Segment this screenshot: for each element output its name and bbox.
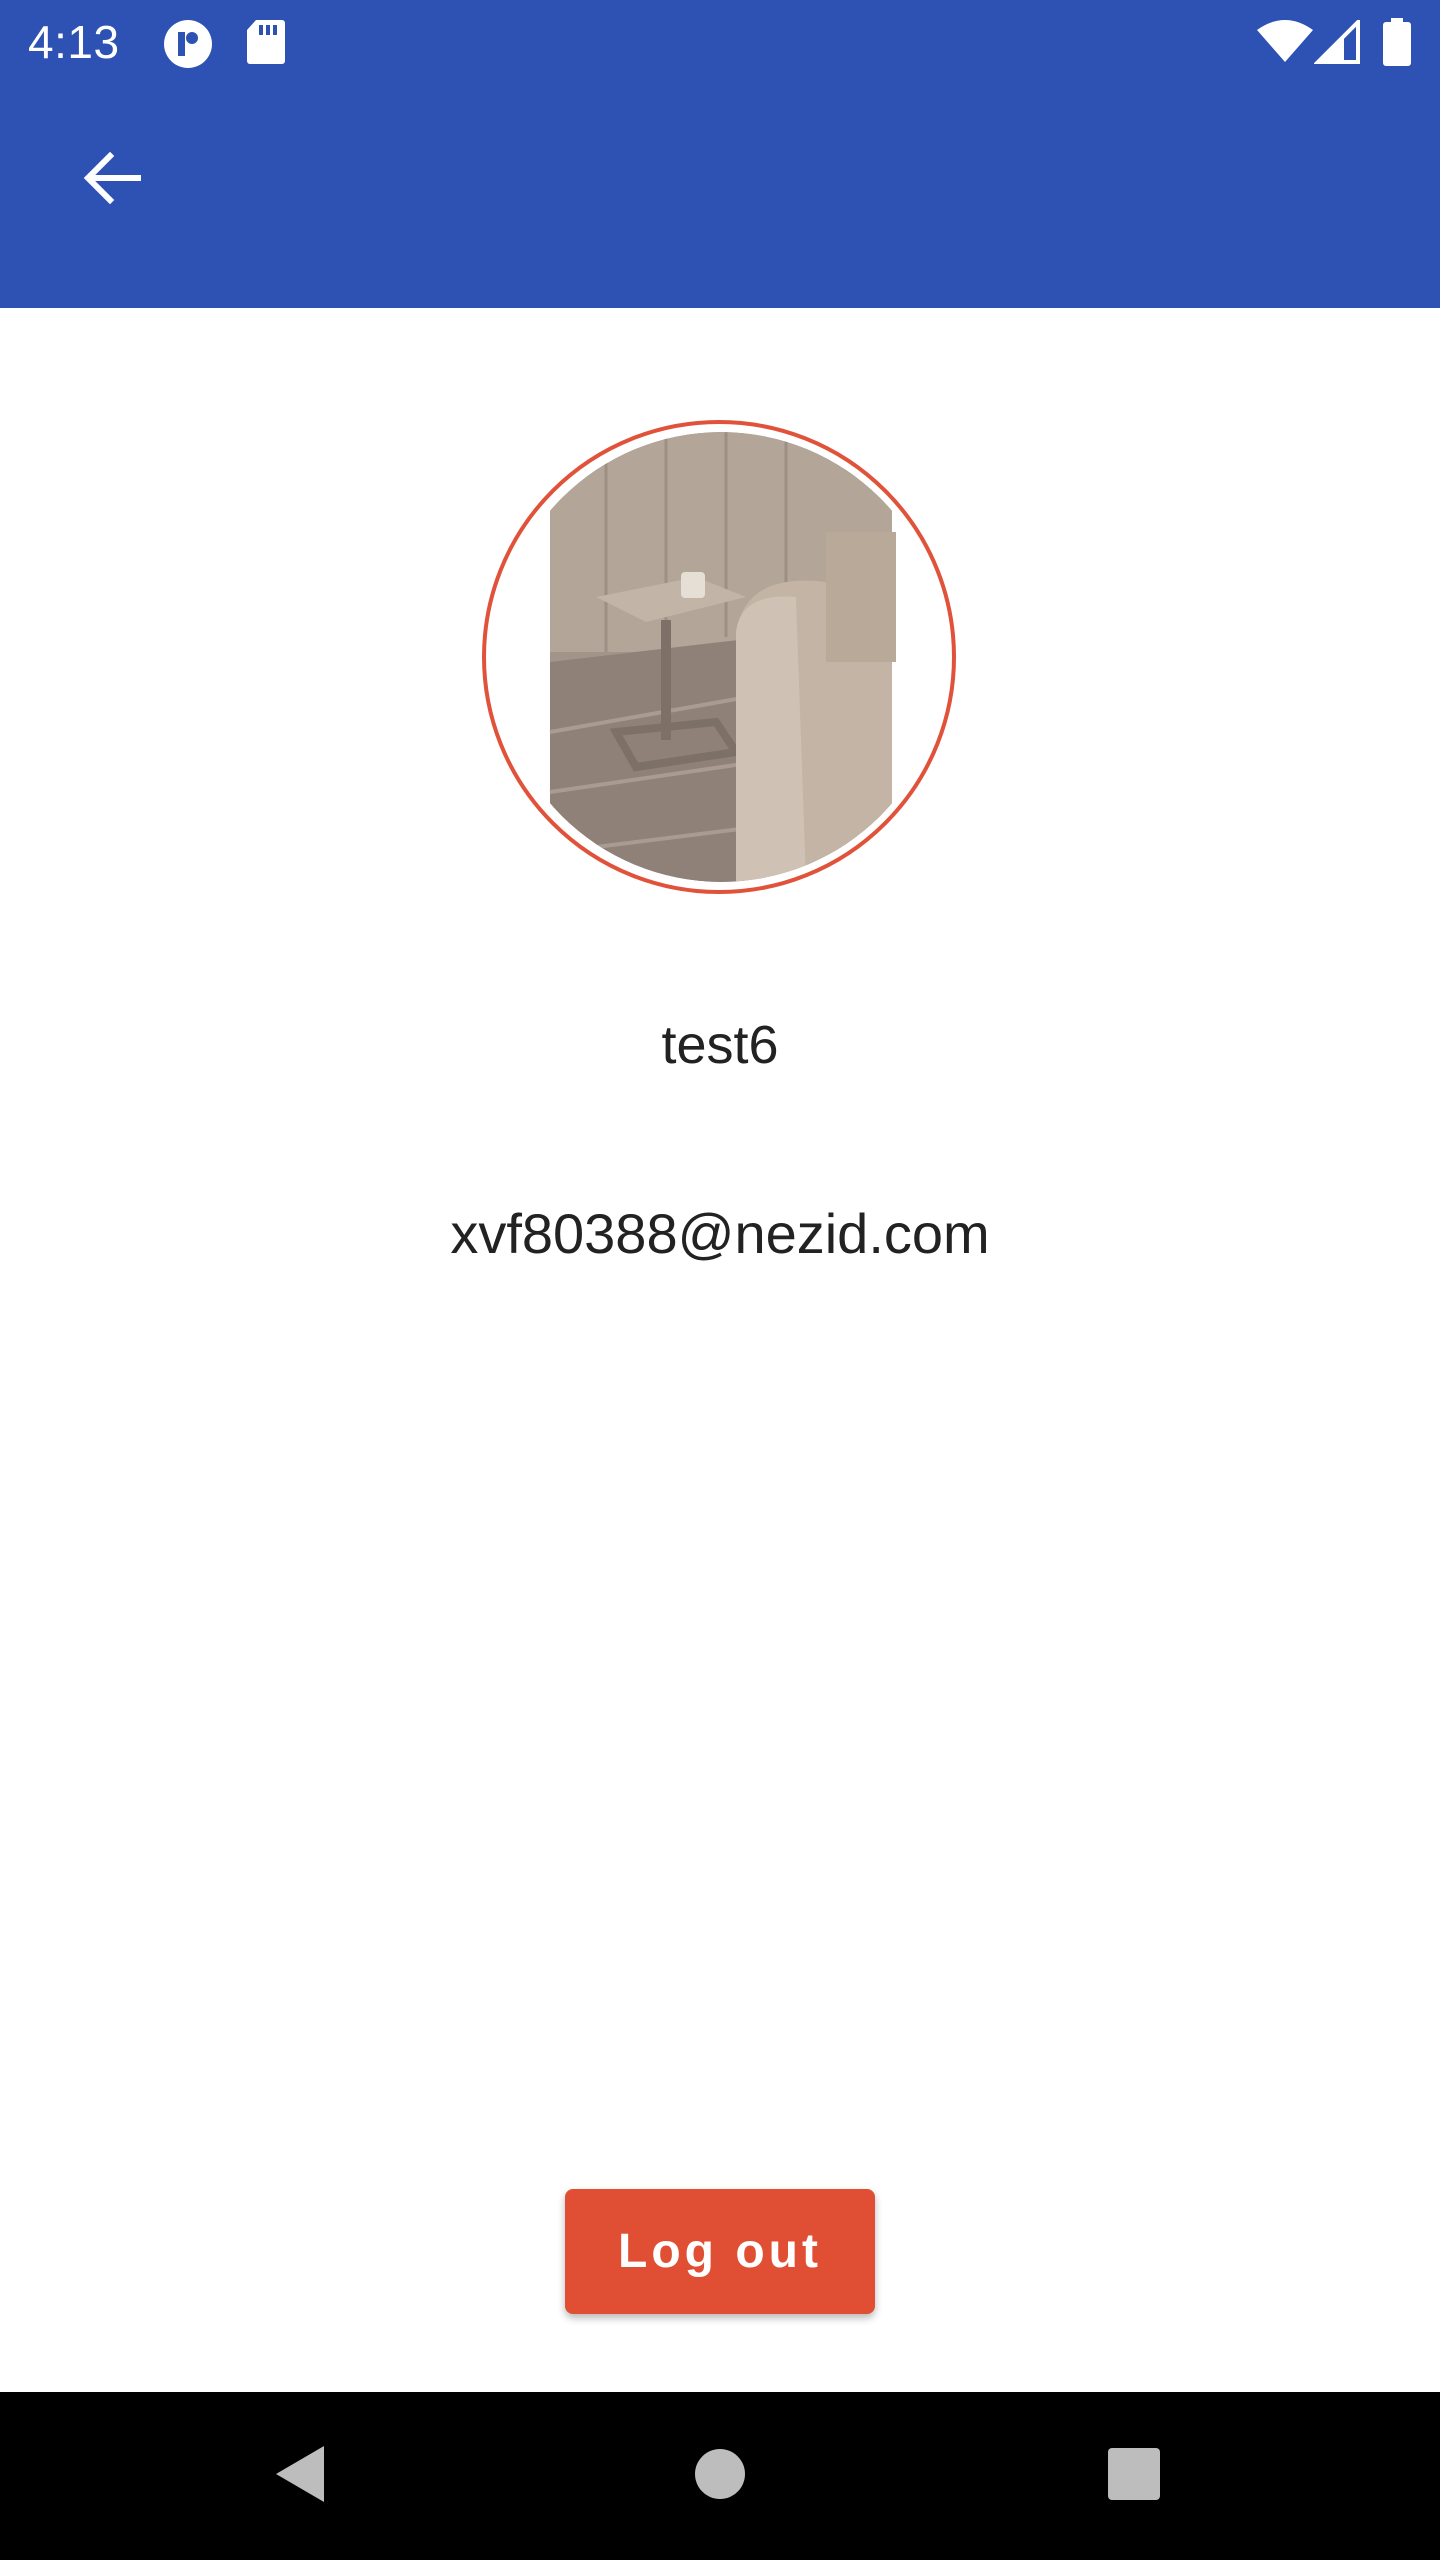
wifi-icon: [1256, 20, 1314, 69]
navigation-bar: [0, 2392, 1440, 2560]
back-button[interactable]: [52, 120, 172, 240]
cell-signal-icon: [1313, 17, 1360, 69]
nav-home-icon: [694, 2448, 746, 2505]
nav-home-button[interactable]: [660, 2416, 780, 2536]
nav-recents-icon: [1108, 2447, 1160, 2505]
arrow-back-icon: [80, 146, 144, 215]
profile-email: xvf80388@nezid.com: [450, 1202, 990, 1265]
nav-back-icon: [270, 2442, 330, 2511]
status-bar: 4:13: [0, 0, 1440, 84]
app-bar: [0, 84, 1440, 308]
nav-recents-button[interactable]: [1074, 2416, 1194, 2536]
profile-name: test6: [661, 1015, 779, 1075]
logout-button[interactable]: Log out: [565, 2189, 875, 2314]
nav-back-button[interactable]: [240, 2416, 360, 2536]
sd-card-icon: [246, 18, 286, 71]
battery-icon: [1382, 18, 1412, 71]
profile-screen: 4:13 test6 xvf80388@nezid.com Log out: [0, 0, 1440, 2560]
avatar[interactable]: [496, 432, 946, 882]
status-time: 4:13: [28, 16, 120, 68]
notification-app-icon: [162, 18, 214, 75]
